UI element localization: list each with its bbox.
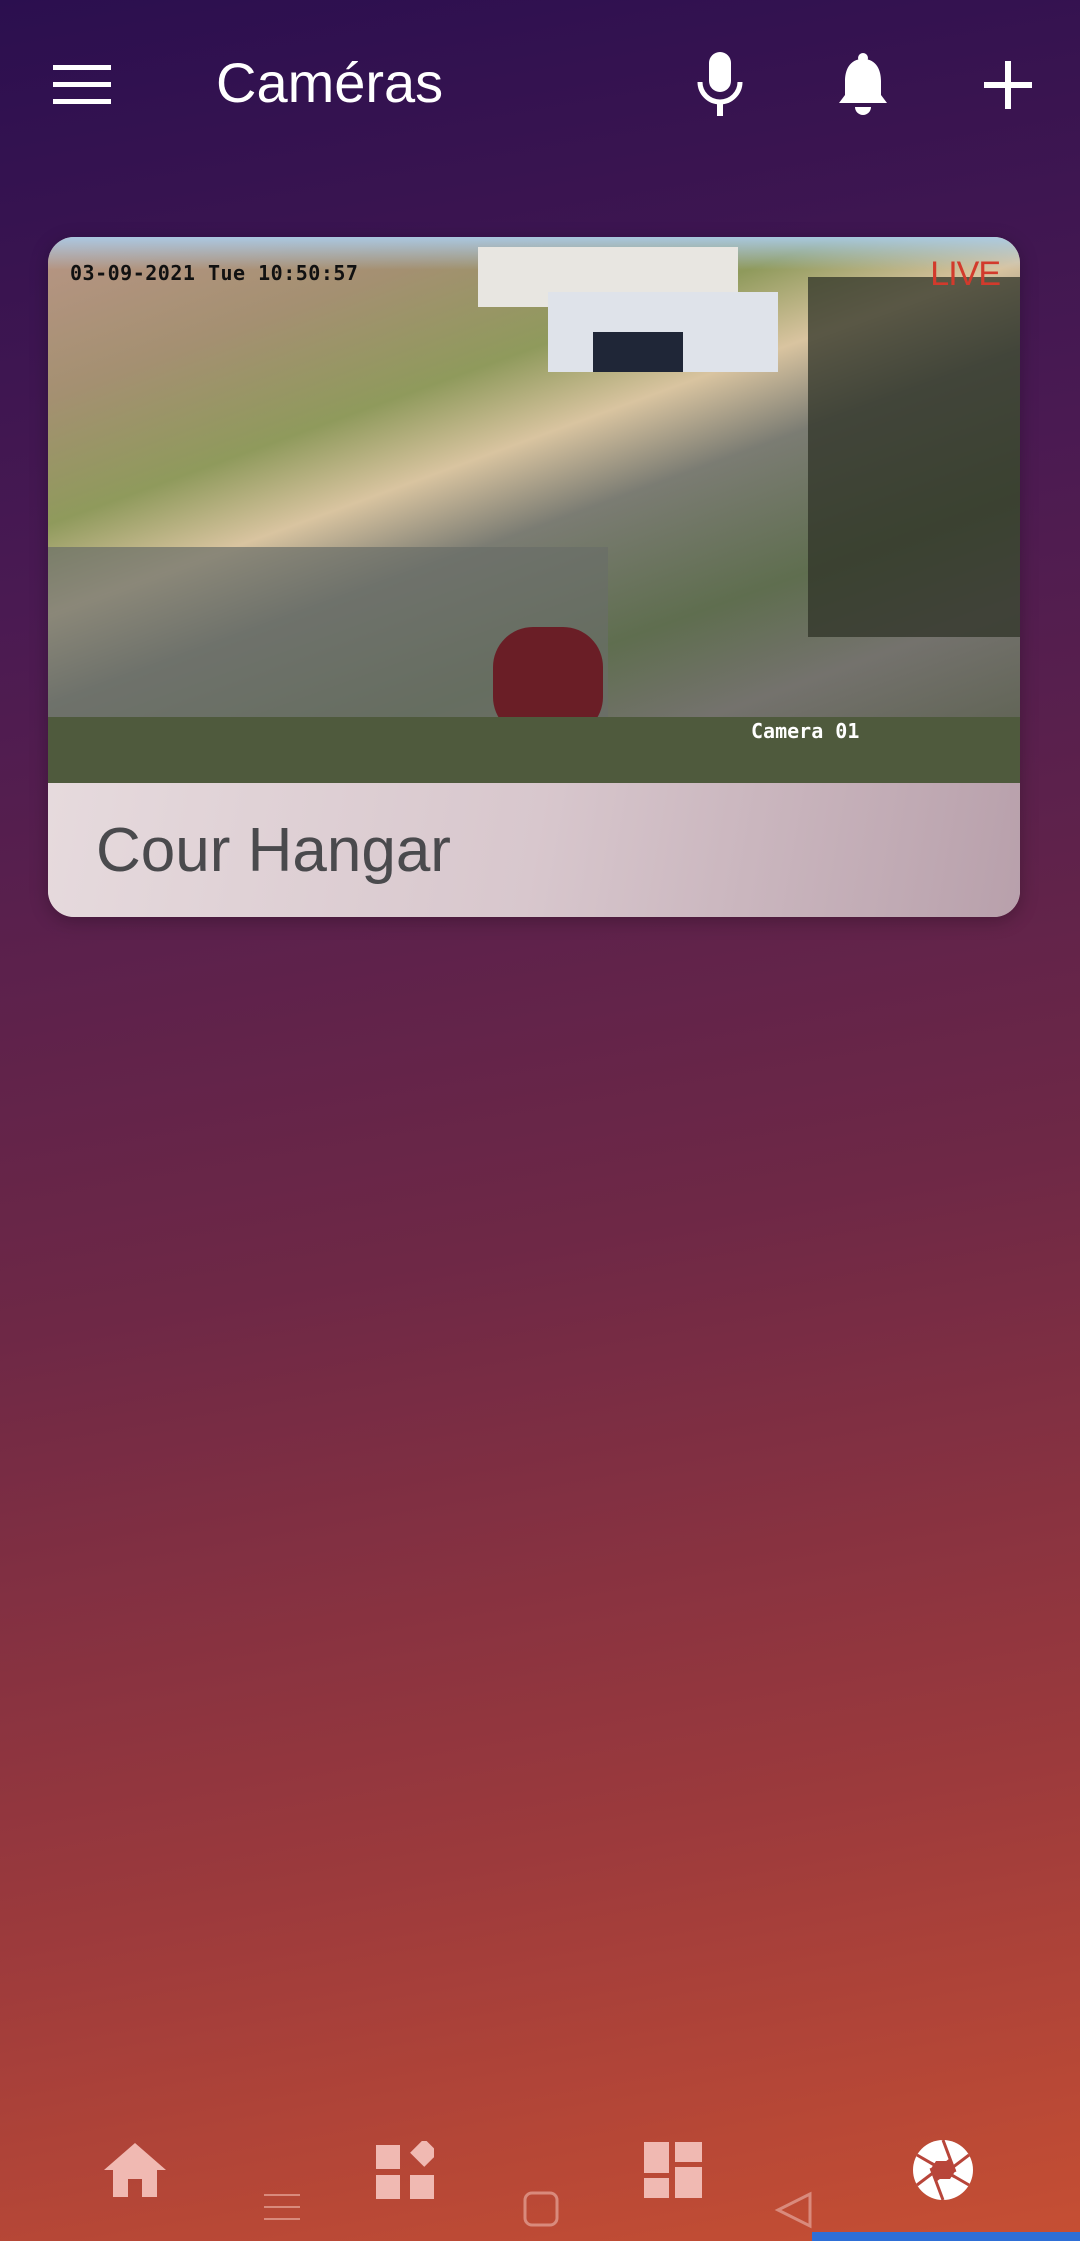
osd-datetime: 03-09-2021 Tue 10:50:57	[70, 261, 359, 285]
back-triangle-icon	[774, 2191, 812, 2229]
bell-icon	[839, 53, 887, 115]
plus-icon	[984, 61, 1032, 109]
feed-trees	[808, 277, 1020, 637]
feed-vehicle-shadow	[593, 332, 683, 372]
notifications-button[interactable]	[823, 45, 903, 125]
page-title: Caméras	[216, 51, 444, 114]
add-button[interactable]	[968, 45, 1048, 125]
system-back[interactable]	[774, 2190, 814, 2235]
nav-widgets[interactable]	[360, 2130, 450, 2210]
camera-card[interactable]: 03-09-2021 Tue 10:50:57 LIVE Camera 01 C…	[48, 237, 1020, 917]
microphone-icon	[697, 52, 743, 116]
voice-button[interactable]	[680, 45, 760, 125]
nav-cameras[interactable]	[898, 2130, 988, 2210]
camera-live-feed[interactable]: 03-09-2021 Tue 10:50:57 LIVE Camera 01	[48, 237, 1020, 783]
active-indicator	[812, 2232, 1080, 2241]
menu-button[interactable]	[42, 45, 122, 125]
recent-apps-icon	[264, 2194, 300, 2220]
widgets-icon	[376, 2141, 434, 2199]
system-home[interactable]	[522, 2190, 560, 2235]
osd-camera-label: Camera 01	[751, 719, 860, 743]
camera-card-footer: Cour Hangar	[48, 783, 1020, 917]
app-bar: Caméras	[0, 0, 1080, 165]
home-icon	[104, 2143, 166, 2197]
menu-icon	[53, 65, 111, 104]
nav-home[interactable]	[90, 2130, 180, 2210]
nav-dashboard[interactable]	[628, 2130, 718, 2210]
home-square-icon	[523, 2191, 559, 2227]
live-badge: LIVE	[930, 255, 1001, 293]
camera-shutter-icon	[913, 2139, 973, 2201]
feed-grass	[48, 717, 1020, 783]
dashboard-icon	[644, 2142, 702, 2198]
camera-name: Cour Hangar	[96, 816, 451, 885]
system-recent-apps[interactable]	[262, 2190, 302, 2235]
